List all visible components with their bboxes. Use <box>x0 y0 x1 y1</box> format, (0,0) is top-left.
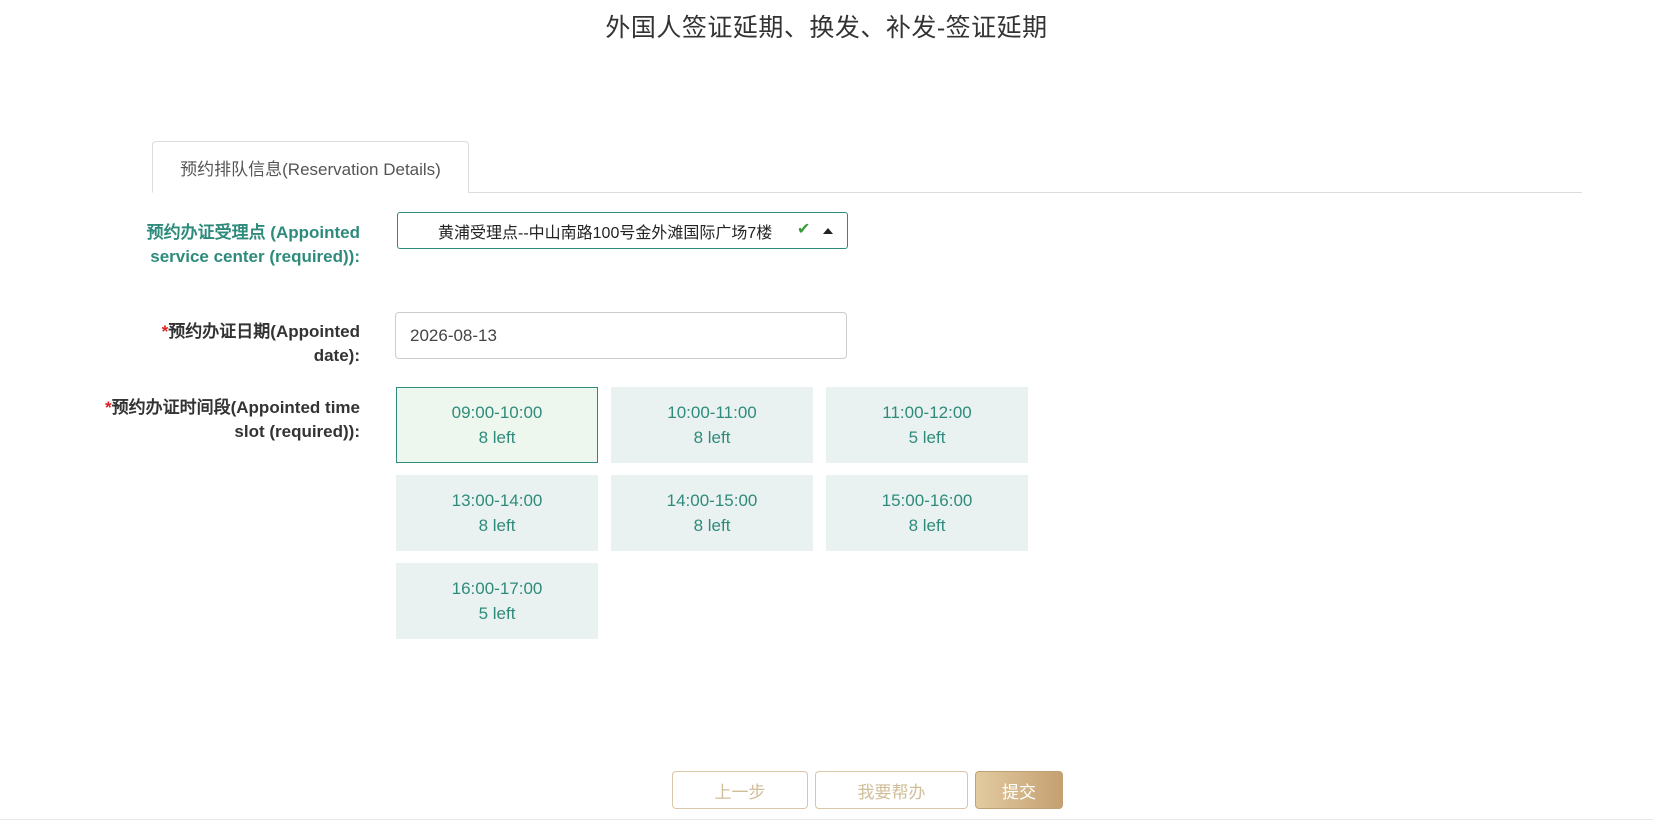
check-icon: ✔ <box>797 221 811 238</box>
slot-remaining: 8 left <box>693 428 731 447</box>
time-slot-option[interactable]: 09:00-10:00 8 left <box>396 387 598 463</box>
service-center-select[interactable]: 黄浦受理点--中山南路100号金外滩国际广场7楼 ✔ <box>397 212 848 249</box>
submit-button[interactable]: 提交 <box>975 771 1063 809</box>
time-slot-label-text: 预约办证时间段(Appointed time slot (required)): <box>111 398 360 441</box>
date-label-text: 预约办证日期(Appointed date): <box>168 322 360 365</box>
time-slot-option[interactable]: 15:00-16:00 8 left <box>826 475 1028 551</box>
tab-reservation-details[interactable]: 预约排队信息(Reservation Details) <box>152 141 469 193</box>
caret-up-icon <box>823 228 833 234</box>
time-slot-option[interactable]: 14:00-15:00 8 left <box>611 475 813 551</box>
date-input[interactable] <box>395 312 847 359</box>
time-slot-option[interactable]: 11:00-12:00 5 left <box>826 387 1028 463</box>
tab-bar: 预约排队信息(Reservation Details) <box>152 141 1582 193</box>
required-mark: * <box>104 398 112 417</box>
time-slot-option[interactable]: 16:00-17:00 5 left <box>396 563 598 639</box>
slot-remaining: 8 left <box>478 516 516 535</box>
service-center-value: 黄浦受理点--中山南路100号金外滩国际广场7楼 <box>438 224 773 242</box>
slot-time: 09:00-10:00 <box>451 403 543 422</box>
time-slot-label: *预约办证时间段(Appointed time slot (required))… <box>100 396 360 444</box>
service-center-label: 预约办证受理点 (Appointed service center (requi… <box>140 221 360 269</box>
slot-time: 13:00-14:00 <box>451 491 543 510</box>
slot-remaining: 8 left <box>908 516 946 535</box>
time-slot-option[interactable]: 10:00-11:00 8 left <box>611 387 813 463</box>
slot-remaining: 5 left <box>478 604 516 623</box>
date-label: *预约办证日期(Appointed date): <box>120 320 360 368</box>
slot-time: 11:00-12:00 <box>882 403 972 422</box>
slot-remaining: 5 left <box>908 428 946 447</box>
slot-time: 10:00-11:00 <box>667 403 757 422</box>
slot-time: 15:00-16:00 <box>881 491 973 510</box>
page-title: 外国人签证延期、换发、补发-签证延期 <box>605 14 1048 42</box>
slot-remaining: 8 left <box>693 516 731 535</box>
service-center-label-text: 预约办证受理点 (Appointed service center (requi… <box>146 223 360 266</box>
prev-step-button[interactable]: 上一步 <box>672 771 808 809</box>
slot-time: 16:00-17:00 <box>451 579 543 598</box>
slot-time: 14:00-15:00 <box>666 491 758 510</box>
time-slot-option[interactable]: 13:00-14:00 8 left <box>396 475 598 551</box>
help-button[interactable]: 我要帮办 <box>815 771 968 809</box>
slot-remaining: 8 left <box>478 428 516 447</box>
